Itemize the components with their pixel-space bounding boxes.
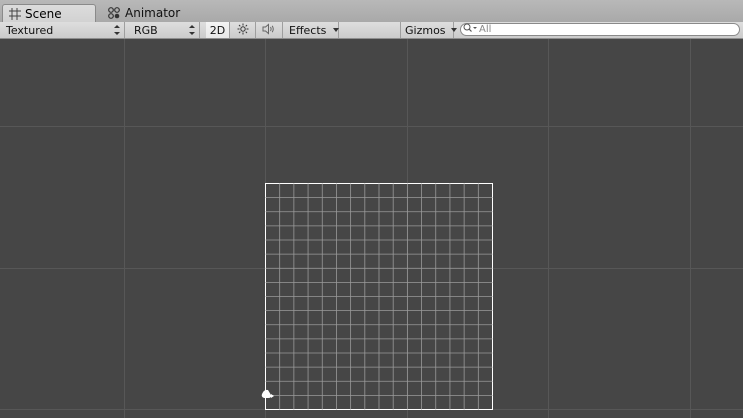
effects-label: Effects	[289, 23, 327, 37]
speaker-icon	[262, 22, 276, 38]
object-grid[interactable]	[265, 183, 493, 410]
scene-object-handle-icon[interactable]	[261, 389, 274, 398]
chevron-down-icon	[450, 28, 457, 32]
gizmos-dropdown[interactable]: Gizmos	[400, 22, 457, 38]
sun-icon	[237, 23, 249, 38]
tab-scene[interactable]: Scene	[2, 4, 96, 22]
tab-animator[interactable]: Animator	[102, 4, 212, 22]
scene-view[interactable]	[0, 39, 743, 418]
gizmos-label: Gizmos	[405, 23, 446, 37]
effects-dropdown[interactable]: Effects	[285, 22, 340, 38]
render-mode-value: RGB	[134, 23, 158, 37]
scene-lighting-toggle[interactable]	[230, 22, 256, 38]
dropdown-arrows-icon	[189, 25, 195, 35]
scene-grid	[0, 39, 743, 418]
mode-2d-label: 2D	[209, 23, 226, 37]
scene-audio-toggle[interactable]	[256, 22, 283, 38]
tab-animator-label: Animator	[125, 6, 181, 20]
search-icon	[463, 23, 477, 36]
chevron-down-icon	[333, 28, 340, 32]
draw-mode-dropdown[interactable]: Textured	[2, 22, 125, 38]
scene-canvas	[0, 39, 743, 418]
draw-mode-value: Textured	[6, 23, 54, 37]
animator-icon	[108, 7, 121, 19]
search-box	[460, 23, 740, 36]
grid-icon	[9, 7, 21, 20]
search-input[interactable]	[477, 24, 719, 35]
dropdown-arrows-icon	[114, 25, 120, 35]
tab-scene-label: Scene	[25, 6, 62, 21]
scene-toolbar: Textured RGB 2D Effects Gizmos	[0, 22, 743, 39]
render-mode-dropdown[interactable]: RGB	[130, 22, 200, 38]
window-tab-bar: Scene Animator	[0, 0, 743, 22]
mode-2d-toggle[interactable]: 2D	[206, 22, 230, 38]
